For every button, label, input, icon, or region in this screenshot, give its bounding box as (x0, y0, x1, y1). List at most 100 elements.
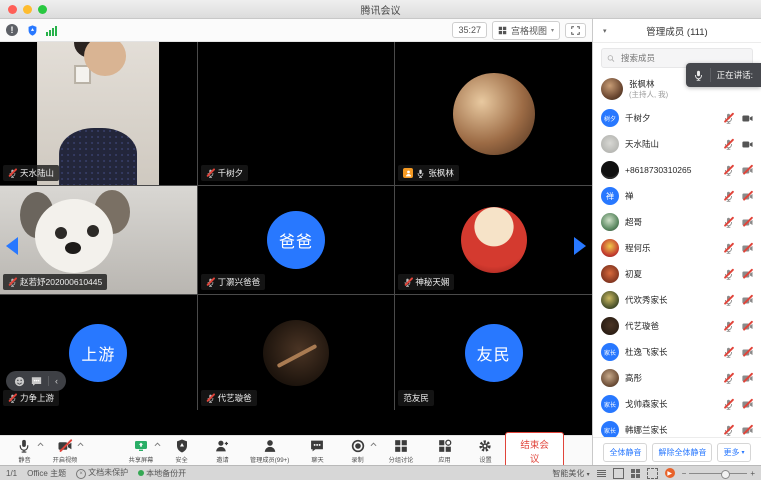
video-tile[interactable]: 张枫林 (395, 42, 592, 185)
smiley-icon[interactable] (14, 376, 25, 387)
view-lines-icon[interactable] (597, 469, 606, 477)
participant-row[interactable]: 禅 禅 (601, 183, 753, 209)
video-tile[interactable]: 上游 力争上游 (0, 295, 197, 410)
participant-name: 张枫林 (428, 167, 454, 179)
video-tile[interactable]: 赵若妤202000610445 (0, 186, 197, 294)
camera-off-icon[interactable] (742, 373, 753, 384)
manage-members-button[interactable]: 管理成员(99+) (243, 439, 297, 464)
chat-bubble-icon[interactable] (31, 376, 42, 387)
participant-row[interactable]: +8618730310265 (601, 157, 753, 183)
camera-off-icon[interactable] (742, 295, 753, 306)
zoom-track[interactable] (689, 473, 747, 474)
camera-off-icon[interactable] (742, 399, 753, 410)
chevron-up-icon[interactable] (370, 442, 377, 447)
participant-list[interactable]: 张枫林 (主持人, 我) 树夕 千树夕 天水陆山 (593, 73, 761, 437)
meeting-window: 腾讯会议 ! 35:27 宫格视图 ▾ (0, 0, 761, 480)
unmute-all-button[interactable]: 解除全体静音 (652, 443, 712, 462)
participant-avatar (453, 73, 535, 155)
mute-button[interactable]: 静音 (4, 439, 45, 464)
view-mode-button[interactable]: 宫格视图 ▾ (492, 21, 560, 40)
collapse-pill-button[interactable]: ‹ (55, 376, 58, 386)
camera-off-icon[interactable] (742, 269, 753, 280)
chevron-up-icon[interactable] (154, 442, 161, 447)
muted-mic-icon[interactable] (723, 243, 734, 254)
muted-mic-icon[interactable] (723, 425, 734, 436)
camera-off-icon[interactable] (742, 165, 753, 176)
muted-mic-icon[interactable] (723, 399, 734, 410)
shield-icon[interactable] (25, 23, 39, 37)
participant-row[interactable]: 初夏 (601, 261, 753, 287)
start-video-button[interactable]: 开启视频 (45, 439, 86, 464)
muted-mic-icon[interactable] (723, 165, 734, 176)
participant-row[interactable]: 家长 韩娜兰家长 (601, 417, 753, 437)
chat-button[interactable]: 聊天 (297, 439, 338, 464)
camera-off-icon[interactable] (742, 191, 753, 202)
participant-name: 力争上游 (20, 392, 54, 404)
video-tile[interactable]: 天水陆山 (0, 42, 197, 185)
participant-row[interactable]: 超哥 (601, 209, 753, 235)
previous-page-arrow[interactable] (6, 237, 18, 255)
zoom-out-button[interactable]: − (682, 469, 687, 478)
video-tile[interactable]: 友民 范友民 (395, 295, 592, 410)
backup-status[interactable]: 本地备份开 (138, 468, 186, 479)
muted-mic-icon[interactable] (723, 373, 734, 384)
chevron-up-icon[interactable] (77, 442, 84, 447)
zoom-slider[interactable]: − + (682, 469, 755, 478)
camera-off-icon[interactable] (742, 347, 753, 358)
meeting-status-bar: ! 35:27 宫格视图 ▾ (0, 19, 592, 42)
fullscreen-button[interactable] (565, 23, 586, 38)
muted-mic-icon[interactable] (723, 269, 734, 280)
protect-status[interactable]: ×文档未保护 (76, 467, 128, 479)
camera-off-icon[interactable] (742, 321, 753, 332)
breakout-rooms-button[interactable]: 分组讨论 (378, 439, 424, 464)
settings-button[interactable]: 设置 (465, 439, 506, 464)
camera-off-icon[interactable] (742, 243, 753, 254)
participant-row[interactable]: 代欢秀家长 (601, 287, 753, 313)
invite-button[interactable]: 邀请 (202, 439, 243, 464)
participant-avatar (461, 207, 527, 273)
participant-row[interactable]: 家长 杜逸飞家长 (601, 339, 753, 365)
reaction-pill[interactable]: ‹ (6, 371, 66, 391)
participant-row[interactable]: 代艺璇爸 (601, 313, 753, 339)
more-button[interactable]: 更多▾ (717, 443, 750, 462)
muted-mic-icon[interactable] (723, 321, 734, 332)
video-tile[interactable]: 千树夕 (198, 42, 395, 185)
apps-button[interactable]: 应用 (424, 439, 465, 464)
share-screen-button[interactable]: 共享屏幕 (121, 439, 162, 464)
muted-mic-icon[interactable] (723, 191, 734, 202)
play-icon[interactable]: ▶ (665, 468, 675, 478)
participant-row[interactable]: 天水陆山 (601, 131, 753, 157)
camera-off-icon[interactable] (742, 425, 753, 436)
video-tile[interactable]: 爸爸 丁灏兴爸爸 (198, 186, 395, 294)
record-button[interactable]: 录制 (337, 439, 378, 464)
beautify-button[interactable]: 智能美化 ▾ (552, 468, 589, 479)
avatar: 家长 (601, 395, 619, 413)
view-page-icon[interactable] (613, 468, 624, 479)
muted-mic-icon[interactable] (723, 295, 734, 306)
muted-mic-icon[interactable] (723, 139, 734, 150)
info-icon[interactable]: ! (6, 24, 18, 36)
participant-row[interactable]: 程何乐 (601, 235, 753, 261)
view-columns-icon[interactable] (647, 468, 658, 479)
video-tile[interactable]: 代艺璇爸 (198, 295, 395, 410)
zoom-thumb[interactable] (721, 470, 730, 479)
chevron-up-icon[interactable] (37, 442, 44, 447)
camera-on-icon[interactable] (742, 113, 753, 124)
participant-row[interactable]: 树夕 千树夕 (601, 105, 753, 131)
participant-row[interactable]: 高彤 (601, 365, 753, 391)
camera-on-icon[interactable] (742, 139, 753, 150)
theme-label[interactable]: Office 主题 (27, 468, 66, 479)
security-button[interactable]: 安全 (162, 439, 203, 464)
video-tile[interactable]: 神秘天娴 (395, 186, 592, 294)
zoom-in-button[interactable]: + (750, 469, 755, 478)
sidebar-header: ▾ 管理成员 (111) (593, 19, 761, 43)
apps-icon (438, 439, 452, 453)
mute-all-button[interactable]: 全体静音 (603, 443, 647, 462)
muted-mic-icon[interactable] (723, 347, 734, 358)
camera-off-icon[interactable] (742, 217, 753, 228)
muted-mic-icon[interactable] (723, 113, 734, 124)
next-page-arrow[interactable] (574, 237, 586, 255)
participant-row[interactable]: 家长 戈帅森家长 (601, 391, 753, 417)
muted-mic-icon[interactable] (723, 217, 734, 228)
view-grid-icon[interactable] (631, 469, 640, 478)
